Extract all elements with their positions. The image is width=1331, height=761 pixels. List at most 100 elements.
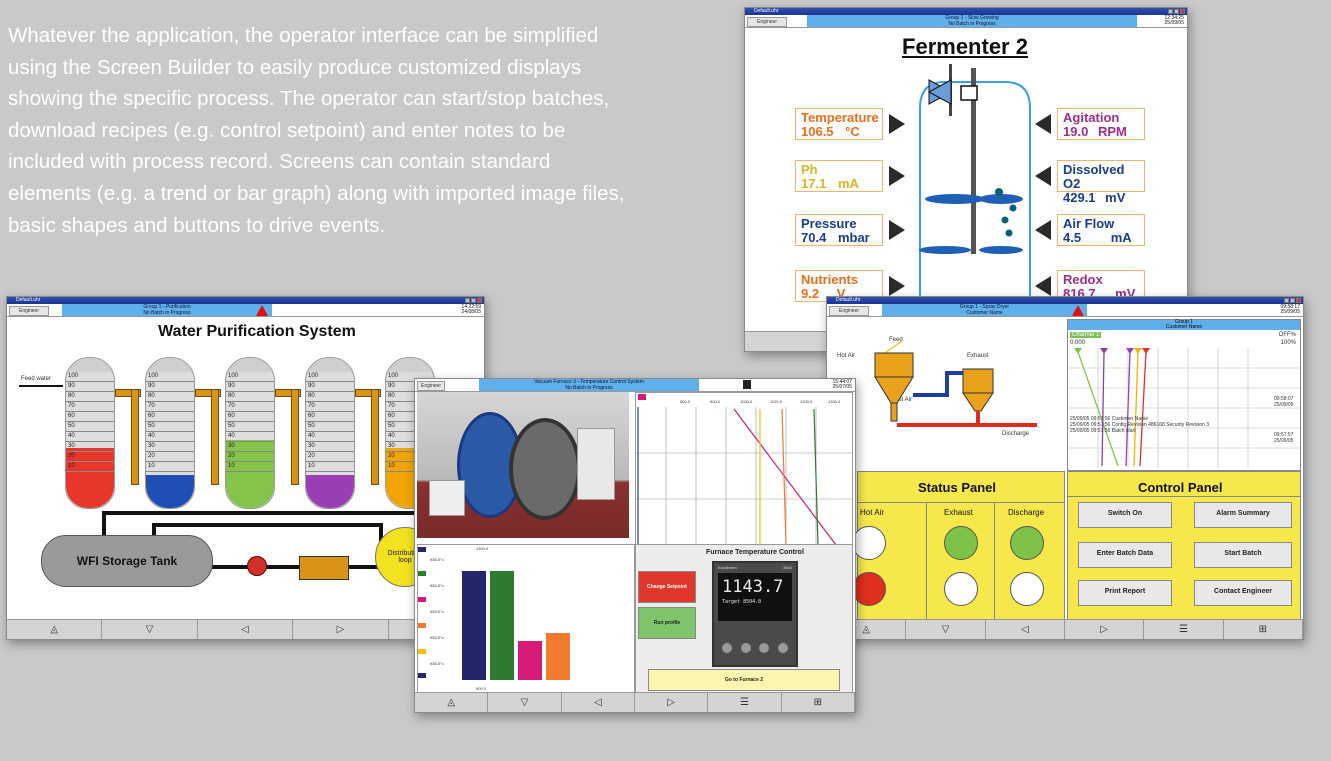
nav-grid-icon[interactable]: ⊞ xyxy=(1224,620,1303,639)
nav-menu-icon[interactable]: ☰ xyxy=(708,693,782,712)
run-profile-button[interactable]: Run profile xyxy=(638,607,696,639)
print-report-button[interactable]: Print Report xyxy=(1078,580,1172,606)
temperature-trend: 800.0 900.0 1000.0 1100.0 1200.0 1300.0 xyxy=(635,392,853,546)
batch-status: No Batch in Progress xyxy=(143,310,191,316)
scale-tick: 100 xyxy=(226,372,274,382)
legend-swatch xyxy=(418,597,426,602)
scale-tick: 10 xyxy=(66,462,114,472)
tag-value: 70.4 xyxy=(801,230,827,245)
tag-name: Ph xyxy=(801,162,818,177)
column-cap xyxy=(146,358,194,372)
screen-header: Engineer Group 1 - Slow Growing No Batch… xyxy=(745,15,1187,28)
scale-tick: 80 xyxy=(66,392,114,402)
bar-value: 955.5°c xyxy=(430,557,444,562)
outlet-pipe xyxy=(152,523,382,527)
minimize-button[interactable] xyxy=(1284,298,1289,303)
hot-air-status-alarm xyxy=(852,572,886,606)
outlet-pipe xyxy=(207,565,387,569)
alarm-summary-button[interactable]: Alarm Summary xyxy=(1194,502,1292,528)
column-cap xyxy=(306,358,354,372)
tag-unit: mbar xyxy=(837,230,870,245)
wfi-storage-tank: WFI Storage Tank xyxy=(41,535,213,587)
engineer-button[interactable]: Engineer xyxy=(417,381,445,391)
nav-home-icon[interactable]: ◬ xyxy=(7,620,103,639)
enter-batch-data-button[interactable]: Enter Batch Data xyxy=(1078,542,1172,568)
bar-legend: 955.5°c 955.5°c 955.5°c 955.5°c 955.5°c xyxy=(418,545,454,694)
filter-column: 100 90 80 70 60 50 40 30 20 10 xyxy=(305,357,355,509)
nav-right-icon[interactable]: ▷ xyxy=(635,693,709,712)
intro-text: Whatever the application, the operator i… xyxy=(8,20,728,241)
legend-swatch xyxy=(418,571,426,576)
nav-left-icon[interactable]: ◁ xyxy=(562,693,635,712)
trend-tick: 800.0 xyxy=(680,399,691,404)
minimize-button[interactable] xyxy=(465,298,470,303)
nav-down-icon[interactable]: ▽ xyxy=(906,620,986,639)
page-title: Fermenter 2 xyxy=(902,34,1028,59)
legend-swatch xyxy=(418,623,426,628)
window-title: Default.uhr xyxy=(754,8,779,14)
trend-min: 0.000 xyxy=(1070,340,1086,346)
intro-line: showing the specific process. The operat… xyxy=(8,87,610,111)
group-banner: Group 1 - Slow Growing No Batch in Progr… xyxy=(807,15,1137,27)
column-level xyxy=(146,475,194,508)
nav-down-icon[interactable]: ▽ xyxy=(102,620,198,639)
batch-status: No Batch in Progress xyxy=(948,21,996,27)
trend-tick: 1000.0 xyxy=(740,399,753,404)
start-batch-button[interactable]: Start Batch xyxy=(1194,542,1292,568)
nav-left-icon[interactable]: ◁ xyxy=(198,620,294,639)
group-banner: Vacuum Furnace 3 - Temperature Control S… xyxy=(479,379,699,391)
bar-value: 955.5°c xyxy=(430,583,444,588)
engineer-button[interactable]: Engineer xyxy=(829,306,869,316)
maximize-button[interactable] xyxy=(1174,9,1179,14)
temperature-tag: Temperature 106.5 °C xyxy=(795,108,883,140)
nav-grid-icon[interactable]: ⊞ xyxy=(782,693,855,712)
vacuum-furnace-screen: Engineer Vacuum Furnace 3 - Temperature … xyxy=(414,378,856,713)
bar xyxy=(518,641,542,680)
nav-menu-icon[interactable]: ☰ xyxy=(1144,620,1224,639)
printer-icon[interactable] xyxy=(743,380,751,389)
maximize-button[interactable] xyxy=(1290,298,1295,303)
alarm-warning-icon[interactable] xyxy=(256,305,268,316)
nav-home-icon[interactable]: ◬ xyxy=(415,693,489,712)
controller-model: 3504 xyxy=(783,565,792,570)
close-button[interactable] xyxy=(1296,298,1301,303)
scale-tick: 60 xyxy=(226,412,274,422)
switch-on-button[interactable]: Switch On xyxy=(1078,502,1172,528)
tag-name: Redox xyxy=(1063,272,1103,287)
connector-pipe xyxy=(211,389,219,485)
clock-date: 25/07/05 xyxy=(832,384,852,390)
column-cap xyxy=(226,358,274,372)
nav-down-icon[interactable]: ▽ xyxy=(488,693,562,712)
spray-dryer-diagram xyxy=(874,340,1037,427)
group-banner: Group 1 - Spray Dryer Customer Name xyxy=(882,304,1087,316)
furnace-control-title: Furnace Temperature Control xyxy=(706,549,804,556)
discharge-status-on xyxy=(1010,526,1044,560)
arrow-icon xyxy=(889,166,905,186)
contact-engineer-button[interactable]: Contact Engineer xyxy=(1194,580,1292,606)
close-button[interactable] xyxy=(1180,9,1185,14)
alarm-warning-icon[interactable] xyxy=(1072,305,1084,316)
batch-status: No Batch in Progress xyxy=(565,385,613,391)
bar xyxy=(490,571,514,680)
go-to-furnace-2-button[interactable]: Go to Furnace 2 xyxy=(648,669,840,691)
status-panel: Status Panel Hot Air Exhaust Discharge xyxy=(852,471,1065,622)
tag-name: Nutrients xyxy=(801,272,859,287)
nav-left-icon[interactable]: ◁ xyxy=(986,620,1065,639)
engineer-button[interactable]: Engineer xyxy=(747,17,787,27)
scale-tick: 100 xyxy=(66,372,114,382)
minimize-button[interactable] xyxy=(1168,9,1173,14)
tag-value: 106.5 xyxy=(801,124,834,139)
trend-plot xyxy=(636,407,852,545)
nav-right-icon[interactable]: ▷ xyxy=(293,620,389,639)
maximize-button[interactable] xyxy=(471,298,476,303)
nav-right-icon[interactable]: ▷ xyxy=(1065,620,1145,639)
page-title: Water Purification System xyxy=(158,323,356,340)
change-setpoint-button[interactable]: Change Setpoint xyxy=(638,571,696,603)
clock: 15:44:07 25/07/05 xyxy=(833,380,852,390)
engineer-button[interactable]: Engineer xyxy=(9,306,49,316)
valve-icon xyxy=(927,64,978,116)
controller-keypad xyxy=(722,643,788,657)
scale-tick: 70 xyxy=(146,402,194,412)
trend-plot xyxy=(1068,348,1300,468)
close-button[interactable] xyxy=(477,298,482,303)
